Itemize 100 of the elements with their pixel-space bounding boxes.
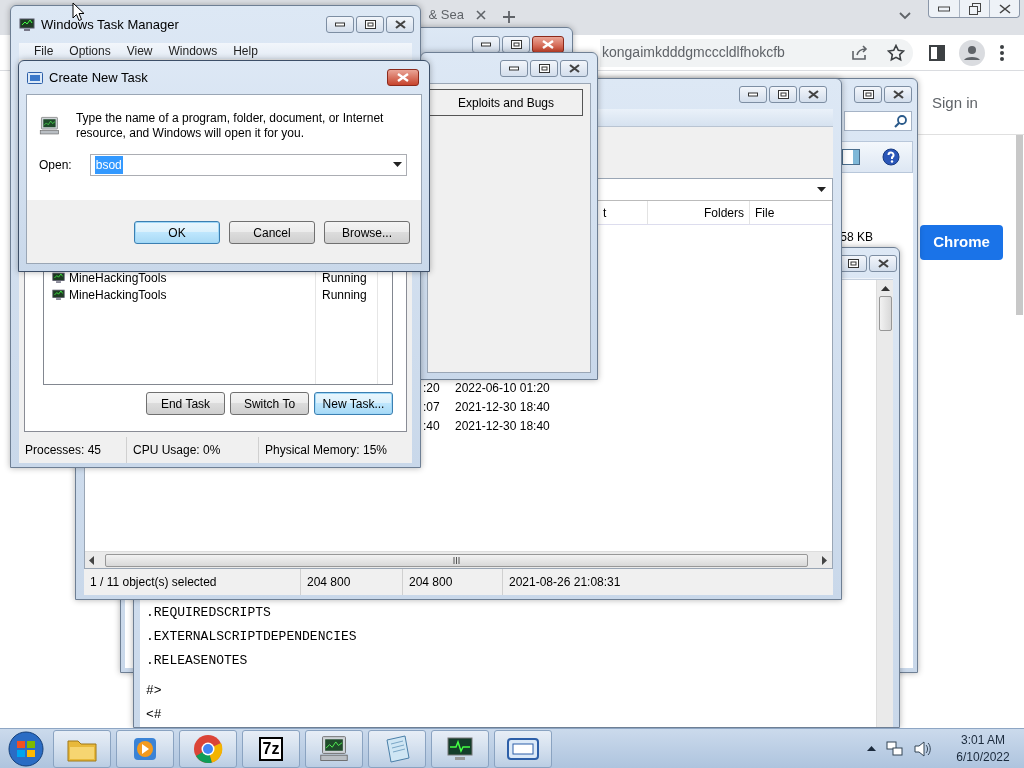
close-icon bbox=[807, 89, 819, 99]
monitor-icon bbox=[52, 288, 65, 301]
dialog-button[interactable]: Browse... bbox=[324, 221, 410, 244]
task-name[interactable]: MineHackingTools bbox=[69, 285, 167, 304]
minimize-icon bbox=[335, 22, 345, 27]
taskbar-button[interactable] bbox=[494, 729, 552, 768]
table-cell-text: :20 bbox=[423, 379, 441, 397]
instruction-text: Type the name of a program, folder, document, or Internet resource, and Windows will open it for you. bbox=[75, 111, 385, 141]
maximize-icon bbox=[510, 40, 522, 49]
close-button[interactable] bbox=[387, 69, 419, 86]
column-header[interactable]: File bbox=[749, 201, 832, 224]
minimize-icon bbox=[938, 5, 950, 12]
menu-item[interactable]: Options bbox=[68, 42, 112, 60]
scroll-right-icon[interactable] bbox=[822, 555, 828, 565]
close-icon[interactable] bbox=[476, 10, 486, 20]
taskbar-button[interactable]: 7z bbox=[242, 729, 300, 768]
close-button[interactable] bbox=[869, 254, 897, 272]
address-bar[interactable]: kongaimkdddgmcccldlfhokcfb bbox=[600, 38, 913, 67]
browser-tab[interactable]: & Sea bbox=[422, 4, 500, 26]
status-text: 1 / 11 object(s) selected bbox=[84, 569, 301, 595]
maximize-button[interactable] bbox=[769, 85, 797, 103]
status-text: 204 800 bbox=[403, 569, 503, 595]
sign-in-link[interactable]: Sign in bbox=[932, 91, 978, 115]
maximize-icon bbox=[847, 258, 859, 268]
task-button[interactable]: New Task... bbox=[314, 392, 393, 415]
menu-item[interactable]: View bbox=[125, 42, 154, 60]
close-icon bbox=[998, 3, 1011, 14]
taskbar-button[interactable] bbox=[305, 729, 363, 768]
window-icon bbox=[507, 737, 539, 760]
status-text: Physical Memory: 15% bbox=[264, 442, 389, 459]
column-header[interactable]: Folders bbox=[647, 201, 749, 224]
dialog-title: Create New Task bbox=[49, 68, 148, 87]
scrollbar[interactable] bbox=[85, 551, 832, 568]
speaker-icon[interactable] bbox=[914, 740, 932, 757]
menu-item[interactable]: File bbox=[33, 42, 55, 60]
window-title: Windows Task Manager bbox=[41, 15, 179, 34]
install-button[interactable]: Chrome bbox=[920, 225, 1003, 260]
status-text: 204 800 bbox=[301, 569, 403, 595]
grip-icon bbox=[453, 556, 460, 564]
search-field[interactable] bbox=[844, 111, 912, 131]
caret-icon bbox=[393, 162, 402, 168]
close-icon bbox=[397, 73, 409, 82]
task-button[interactable]: End Task bbox=[146, 392, 225, 415]
scroll-left-icon[interactable] bbox=[89, 555, 95, 565]
table-cell-text: 2021-12-30 18:40 bbox=[455, 417, 550, 435]
maximize-button[interactable] bbox=[530, 59, 558, 77]
table-cell-text: :40 bbox=[423, 417, 441, 435]
close-button[interactable] bbox=[884, 85, 912, 103]
menu-item[interactable]: Help bbox=[232, 42, 259, 60]
scrollbar-thumb[interactable] bbox=[105, 553, 808, 567]
maximize-icon bbox=[777, 89, 789, 99]
archive-icon: 7z bbox=[258, 736, 284, 761]
monitor-icon bbox=[52, 271, 65, 284]
code-line: <# bbox=[146, 706, 163, 724]
scroll-up-icon[interactable] bbox=[880, 286, 890, 292]
field-label: Open: bbox=[39, 157, 73, 174]
maximize-icon bbox=[364, 20, 376, 29]
scrollbar-thumb[interactable] bbox=[878, 296, 892, 331]
dialog-button[interactable]: OK bbox=[134, 221, 220, 244]
share-icon[interactable] bbox=[851, 44, 869, 61]
minimize-icon bbox=[748, 91, 758, 97]
caret-icon[interactable] bbox=[817, 186, 826, 193]
table-cell-text: 2021-12-30 18:40 bbox=[455, 398, 550, 416]
window-icon bbox=[27, 71, 43, 84]
menu-icon[interactable] bbox=[999, 43, 1005, 62]
menu-item[interactable]: Windows bbox=[167, 42, 219, 60]
close-icon bbox=[394, 20, 406, 29]
plus-icon[interactable] bbox=[502, 10, 516, 24]
scrollbar[interactable] bbox=[876, 280, 893, 727]
task-status: Running bbox=[321, 286, 367, 304]
maximize-icon bbox=[538, 63, 550, 73]
minimize-icon bbox=[481, 42, 491, 47]
close-button[interactable] bbox=[560, 59, 588, 77]
network-icon[interactable] bbox=[886, 740, 904, 757]
close-button[interactable] bbox=[386, 16, 414, 33]
folder-button[interactable]: Exploits and Bugs bbox=[429, 89, 583, 116]
help-icon[interactable] bbox=[882, 148, 900, 166]
task-button[interactable]: Switch To bbox=[230, 392, 309, 415]
close-icon bbox=[892, 89, 904, 99]
avatar-icon[interactable] bbox=[959, 39, 985, 66]
table-cell-text: :07 bbox=[423, 398, 441, 416]
task-status: Running bbox=[321, 269, 367, 287]
close-button[interactable] bbox=[799, 85, 827, 103]
code-line: .REQUIREDSCRIPTS bbox=[146, 604, 272, 622]
star-icon[interactable] bbox=[887, 43, 905, 62]
chevron-up-icon[interactable] bbox=[867, 745, 876, 752]
search-icon[interactable] bbox=[894, 114, 907, 128]
taskbar-button[interactable] bbox=[431, 729, 489, 768]
maximize-button[interactable] bbox=[356, 16, 384, 33]
chevron-down-icon[interactable] bbox=[899, 12, 911, 20]
scrollbar-thumb[interactable] bbox=[1016, 135, 1023, 315]
clock[interactable]: 3:01 AM 6/10/2022 bbox=[942, 731, 1024, 766]
pane-icon[interactable] bbox=[842, 149, 860, 165]
maximize-button[interactable] bbox=[854, 85, 882, 103]
side-panel-icon[interactable] bbox=[929, 44, 945, 61]
monitor-icon bbox=[319, 734, 349, 763]
code-line: .RELEASENOTES bbox=[146, 652, 249, 670]
status-text: CPU Usage: 0% bbox=[127, 437, 259, 463]
task-name[interactable]: MineHackingTools bbox=[69, 268, 167, 287]
dialog-button[interactable]: Cancel bbox=[229, 221, 315, 244]
